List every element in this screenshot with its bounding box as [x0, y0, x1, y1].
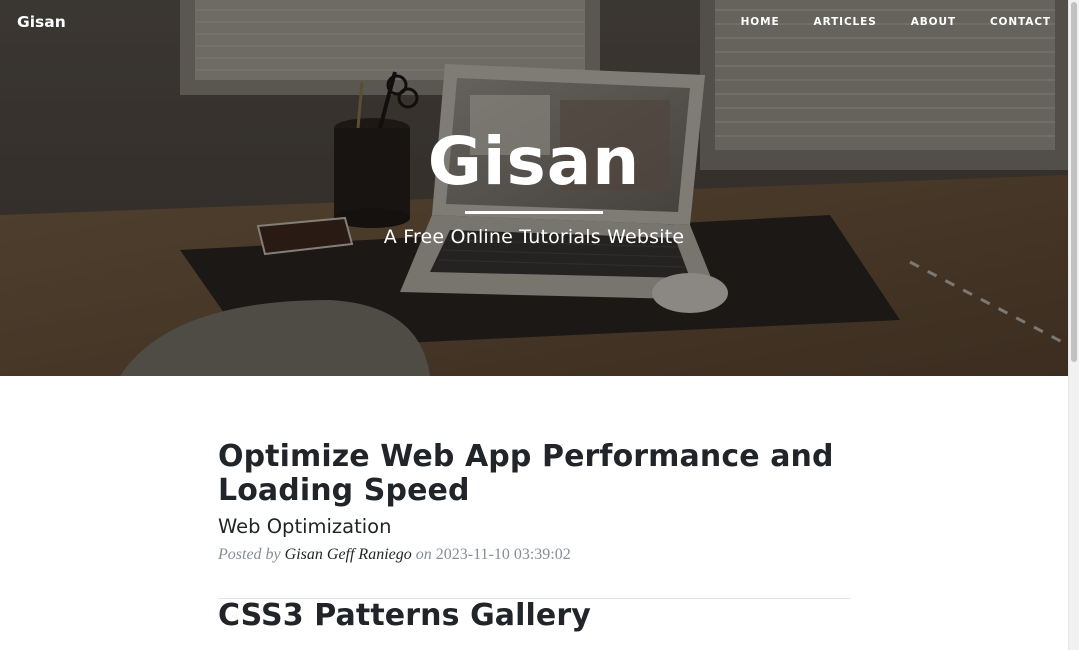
post-title[interactable]: CSS3 Patterns Gallery — [218, 599, 850, 633]
top-navbar: Gisan HOME ARTICLES ABOUT CONTACT — [0, 0, 1068, 46]
post-title[interactable]: Optimize Web App Performance and Loading… — [218, 440, 850, 508]
site-heading: Gisan A Free Online Tutorials Website — [0, 118, 1068, 248]
hero-header: Gisan HOME ARTICLES ABOUT CONTACT Gisan … — [0, 0, 1068, 376]
nav-links: HOME ARTICLES ABOUT CONTACT — [707, 16, 1051, 28]
scrollbar-thumb[interactable] — [1071, 2, 1077, 362]
post-meta-prefix: Posted by — [218, 546, 281, 563]
post-date: 2023-11-10 03:39:02 — [435, 546, 571, 563]
heading-divider — [465, 211, 603, 214]
post-subtitle[interactable]: Web Optimization — [218, 513, 850, 541]
nav-link-contact[interactable]: CONTACT — [990, 16, 1051, 28]
nav-link-articles[interactable]: ARTICLES — [814, 16, 877, 28]
page-scrollbar[interactable] — [1068, 0, 1079, 650]
nav-link-about[interactable]: ABOUT — [911, 16, 956, 28]
nav-link-home[interactable]: HOME — [741, 16, 780, 28]
post-meta: Posted by Gisan Geff Raniego on 2023-11-… — [218, 546, 850, 564]
post-preview[interactable]: Optimize Web App Performance and Loading… — [218, 440, 850, 564]
post-author[interactable]: Gisan Geff Raniego — [285, 546, 412, 563]
post-meta-on: on — [415, 546, 432, 563]
page: Gisan HOME ARTICLES ABOUT CONTACT Gisan … — [0, 0, 1068, 650]
brand-link[interactable]: Gisan — [17, 13, 66, 31]
post-preview[interactable]: CSS3 Patterns Gallery — [218, 599, 850, 633]
site-title: Gisan — [427, 123, 641, 200]
post-list: Optimize Web App Performance and Loading… — [0, 376, 1068, 633]
site-subheading: A Free Online Tutorials Website — [383, 226, 685, 248]
